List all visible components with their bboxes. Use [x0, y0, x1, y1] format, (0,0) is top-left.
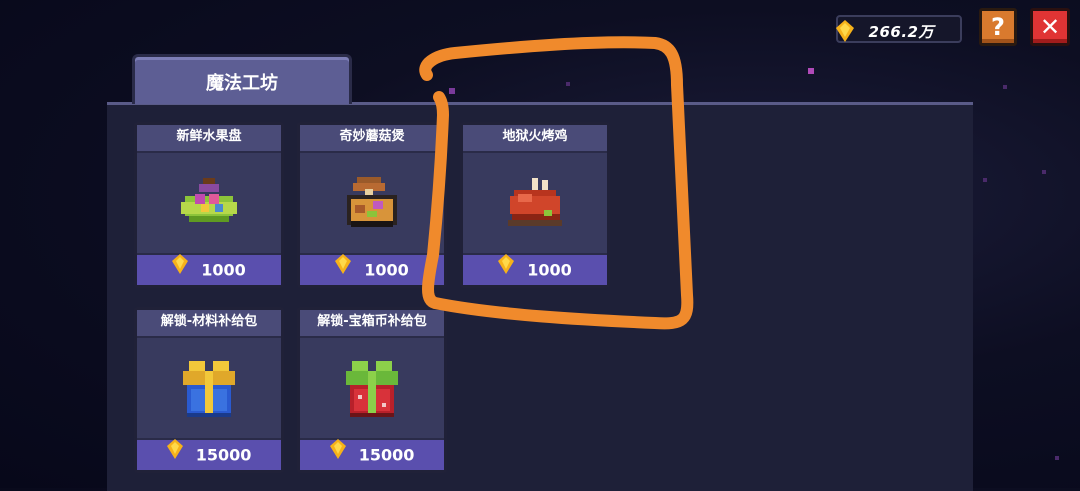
- item-name: 地狱火烤鸡: [463, 125, 607, 153]
- roast-chicken-icon: [508, 178, 562, 226]
- shop-item-fruit-plate[interactable]: 新鲜水果盘 1000: [134, 122, 284, 288]
- item-price: 15000: [195, 445, 252, 465]
- item-art: [137, 153, 281, 255]
- shop-item-material-pack[interactable]: 解锁-材料补给包 15000: [134, 307, 284, 473]
- tab-magic-workshop[interactable]: 魔法工坊: [132, 54, 352, 104]
- item-name: 解锁-材料补给包: [137, 310, 281, 338]
- gem-icon: [166, 439, 183, 469]
- background-star: [449, 88, 455, 94]
- currency-amount: 266.2万: [868, 23, 934, 41]
- item-price: 15000: [358, 445, 415, 465]
- item-price: 1000: [364, 260, 409, 280]
- shop-item-mushroom-stew[interactable]: 奇妙蘑菇煲 1000: [297, 122, 447, 288]
- item-art: [463, 153, 607, 255]
- fruit-plate-icon: [181, 178, 237, 222]
- item-art: [300, 153, 444, 255]
- price-bar: 15000: [300, 438, 444, 470]
- gem-icon: [172, 254, 189, 284]
- background-star: [566, 82, 570, 86]
- background-star: [1055, 456, 1059, 460]
- item-name: 解锁-宝箱币补给包: [300, 310, 444, 338]
- price-bar: 1000: [300, 253, 444, 285]
- item-price: 1000: [527, 260, 572, 280]
- price-bar: 1000: [463, 253, 607, 285]
- item-art: [300, 338, 444, 440]
- help-button[interactable]: ?: [979, 8, 1017, 46]
- background-star: [1003, 85, 1007, 89]
- background-star: [1042, 170, 1046, 174]
- price-bar: 15000: [137, 438, 281, 470]
- gem-icon: [335, 254, 352, 284]
- red-gift-box-icon: [346, 361, 398, 417]
- item-name: 奇妙蘑菇煲: [300, 125, 444, 153]
- mushroom-stew-icon: [347, 177, 397, 227]
- background-star: [983, 178, 987, 182]
- tab-label: 魔法工坊: [206, 73, 278, 94]
- blue-gift-box-icon: [183, 361, 235, 417]
- shop-item-roast-chicken[interactable]: 地狱火烤鸡 1000: [460, 122, 610, 288]
- gem-icon: [498, 254, 515, 284]
- currency-display: 266.2万: [836, 15, 962, 43]
- item-name: 新鲜水果盘: [137, 125, 281, 153]
- shop-item-chest-coin-pack[interactable]: 解锁-宝箱币补给包 15000: [297, 307, 447, 473]
- item-price: 1000: [201, 260, 246, 280]
- item-art: [137, 338, 281, 440]
- gem-icon: [836, 20, 854, 46]
- price-bar: 1000: [137, 253, 281, 285]
- gem-icon: [329, 439, 346, 469]
- background-star: [808, 68, 814, 74]
- close-button[interactable]: ✕: [1030, 8, 1070, 46]
